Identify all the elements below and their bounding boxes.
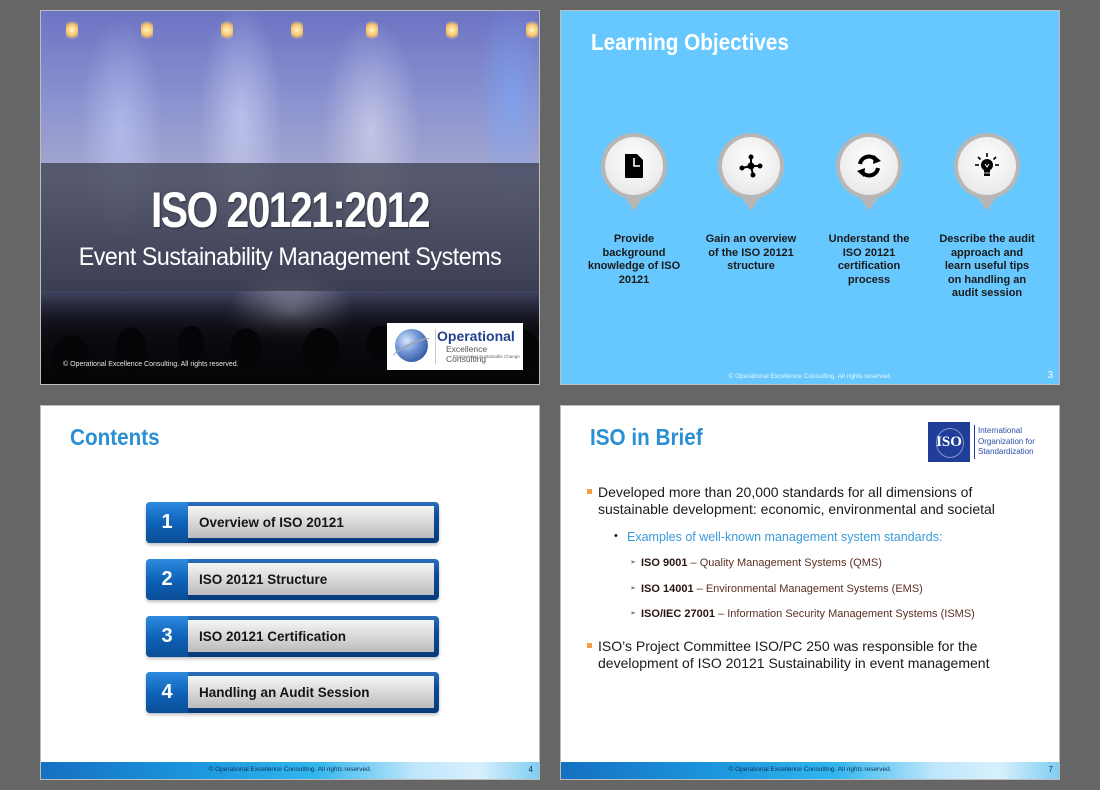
toc-item-2[interactable]: 2 ISO 20121 Structure bbox=[146, 559, 439, 600]
iso-mark-icon: ISO bbox=[928, 422, 970, 462]
toc-item-3[interactable]: 3 ISO 20121 Certification bbox=[146, 616, 439, 657]
toc-number: 3 bbox=[146, 616, 188, 657]
slide-thumbnail-iso-in-brief[interactable]: ISO in Brief ISO International Organizat… bbox=[560, 405, 1060, 780]
lightbulb-icon bbox=[975, 153, 999, 176]
standard-item: ISO 9001 – Quality Management Systems (Q… bbox=[630, 557, 882, 569]
slide-thumbnail-learning-objectives[interactable]: Learning Objectives Provide background k… bbox=[560, 10, 1060, 385]
globe-icon bbox=[395, 329, 428, 362]
iso-name-line3: Standardization bbox=[978, 447, 1034, 456]
toc-label: Handling an Audit Session bbox=[188, 676, 434, 708]
objective-pin-1 bbox=[601, 133, 667, 213]
footer-copyright: © Operational Excellence Consulting. All… bbox=[728, 766, 892, 773]
presentation-subtitle: Event Sustainability Management Systems bbox=[78, 243, 502, 271]
slide-title: Contents bbox=[70, 424, 160, 450]
slide-thumbnail-contents[interactable]: Contents 1 Overview of ISO 20121 2 ISO 2… bbox=[40, 405, 540, 780]
document-icon bbox=[625, 154, 643, 178]
objective-pin-3 bbox=[836, 133, 902, 213]
page-number: 7 bbox=[1048, 765, 1053, 774]
refresh-cycle-icon bbox=[857, 154, 881, 178]
logo-divider bbox=[435, 329, 436, 364]
bullet-standards-developed: Developed more than 20,000 standards for… bbox=[587, 484, 1018, 518]
iso-full-name: International Organization for Standardi… bbox=[978, 426, 1035, 458]
logo-tagline: Empowering Sustainable Change bbox=[453, 354, 520, 359]
standard-code: ISO 14001 bbox=[641, 583, 694, 595]
objective-text-1: Provide background knowledge of ISO 2012… bbox=[587, 233, 681, 286]
objective-text-4: Describe the audit approach and learn us… bbox=[939, 233, 1035, 299]
footer-bar: © Operational Excellence Consulting. All… bbox=[41, 762, 539, 779]
presentation-title: ISO 20121:2012 bbox=[151, 182, 431, 238]
logo-divider bbox=[974, 425, 975, 459]
footer-bar: © Operational Excellence Consulting. All… bbox=[561, 762, 1059, 779]
toc-item-4[interactable]: 4 Handling an Audit Session bbox=[146, 672, 439, 713]
slide-thumbnail-title[interactable]: ISO 20121:2012 Event Sustainability Mana… bbox=[40, 10, 540, 385]
toc-number: 4 bbox=[146, 672, 188, 713]
page-number: 4 bbox=[528, 765, 533, 774]
standard-code: ISO/IEC 27001 bbox=[641, 608, 715, 620]
bullet-project-committee: ISO’s Project Committee ISO/PC 250 was r… bbox=[587, 638, 1018, 672]
standard-description: – Quality Management Systems (QMS) bbox=[687, 557, 882, 569]
toc-number: 1 bbox=[146, 502, 188, 543]
toc-label: Overview of ISO 20121 bbox=[188, 506, 434, 538]
standard-code: ISO 9001 bbox=[641, 557, 688, 569]
toc-label: ISO 20121 Certification bbox=[188, 620, 434, 652]
objective-pin-2 bbox=[718, 133, 784, 213]
standard-description: – Environmental Management Systems (EMS) bbox=[693, 583, 923, 595]
stage-lights bbox=[41, 19, 539, 49]
copyright-text: © Operational Excellence Consulting. All… bbox=[63, 361, 239, 368]
standard-item: ISO 14001 – Environmental Management Sys… bbox=[630, 583, 923, 595]
iso-logo: ISO International Organization for Stand… bbox=[928, 422, 1038, 464]
toc-number: 2 bbox=[146, 559, 188, 600]
page-number: 3 bbox=[1047, 370, 1053, 381]
toc-label: ISO 20121 Structure bbox=[188, 563, 434, 595]
iso-mark-text: ISO bbox=[936, 433, 962, 450]
standard-item: ISO/IEC 27001 – Information Security Man… bbox=[630, 608, 975, 620]
slide-title: ISO in Brief bbox=[590, 424, 703, 450]
iso-name-line1: International bbox=[978, 426, 1023, 435]
toc-item-1[interactable]: 1 Overview of ISO 20121 bbox=[146, 502, 439, 543]
network-icon bbox=[739, 154, 763, 178]
footer-copyright: © Operational Excellence Consulting. All… bbox=[208, 766, 372, 773]
company-logo: Operational Excellence Consulting Empowe… bbox=[387, 323, 523, 370]
logo-name-line1: Operational bbox=[437, 328, 515, 344]
objective-pin-4 bbox=[954, 133, 1020, 213]
slide-title: Learning Objectives bbox=[591, 29, 789, 55]
sub-bullet-examples: Examples of well-known management system… bbox=[614, 530, 942, 544]
footer-copyright: © Operational Excellence Consulting. All… bbox=[728, 373, 892, 380]
iso-name-line2: Organization for bbox=[978, 436, 1035, 446]
objective-text-2: Gain an overview of the ISO 20121 struct… bbox=[705, 233, 797, 272]
objective-text-3: Understand the ISO 20121 certification p… bbox=[828, 233, 910, 286]
standard-description: – Information Security Management System… bbox=[715, 608, 975, 620]
